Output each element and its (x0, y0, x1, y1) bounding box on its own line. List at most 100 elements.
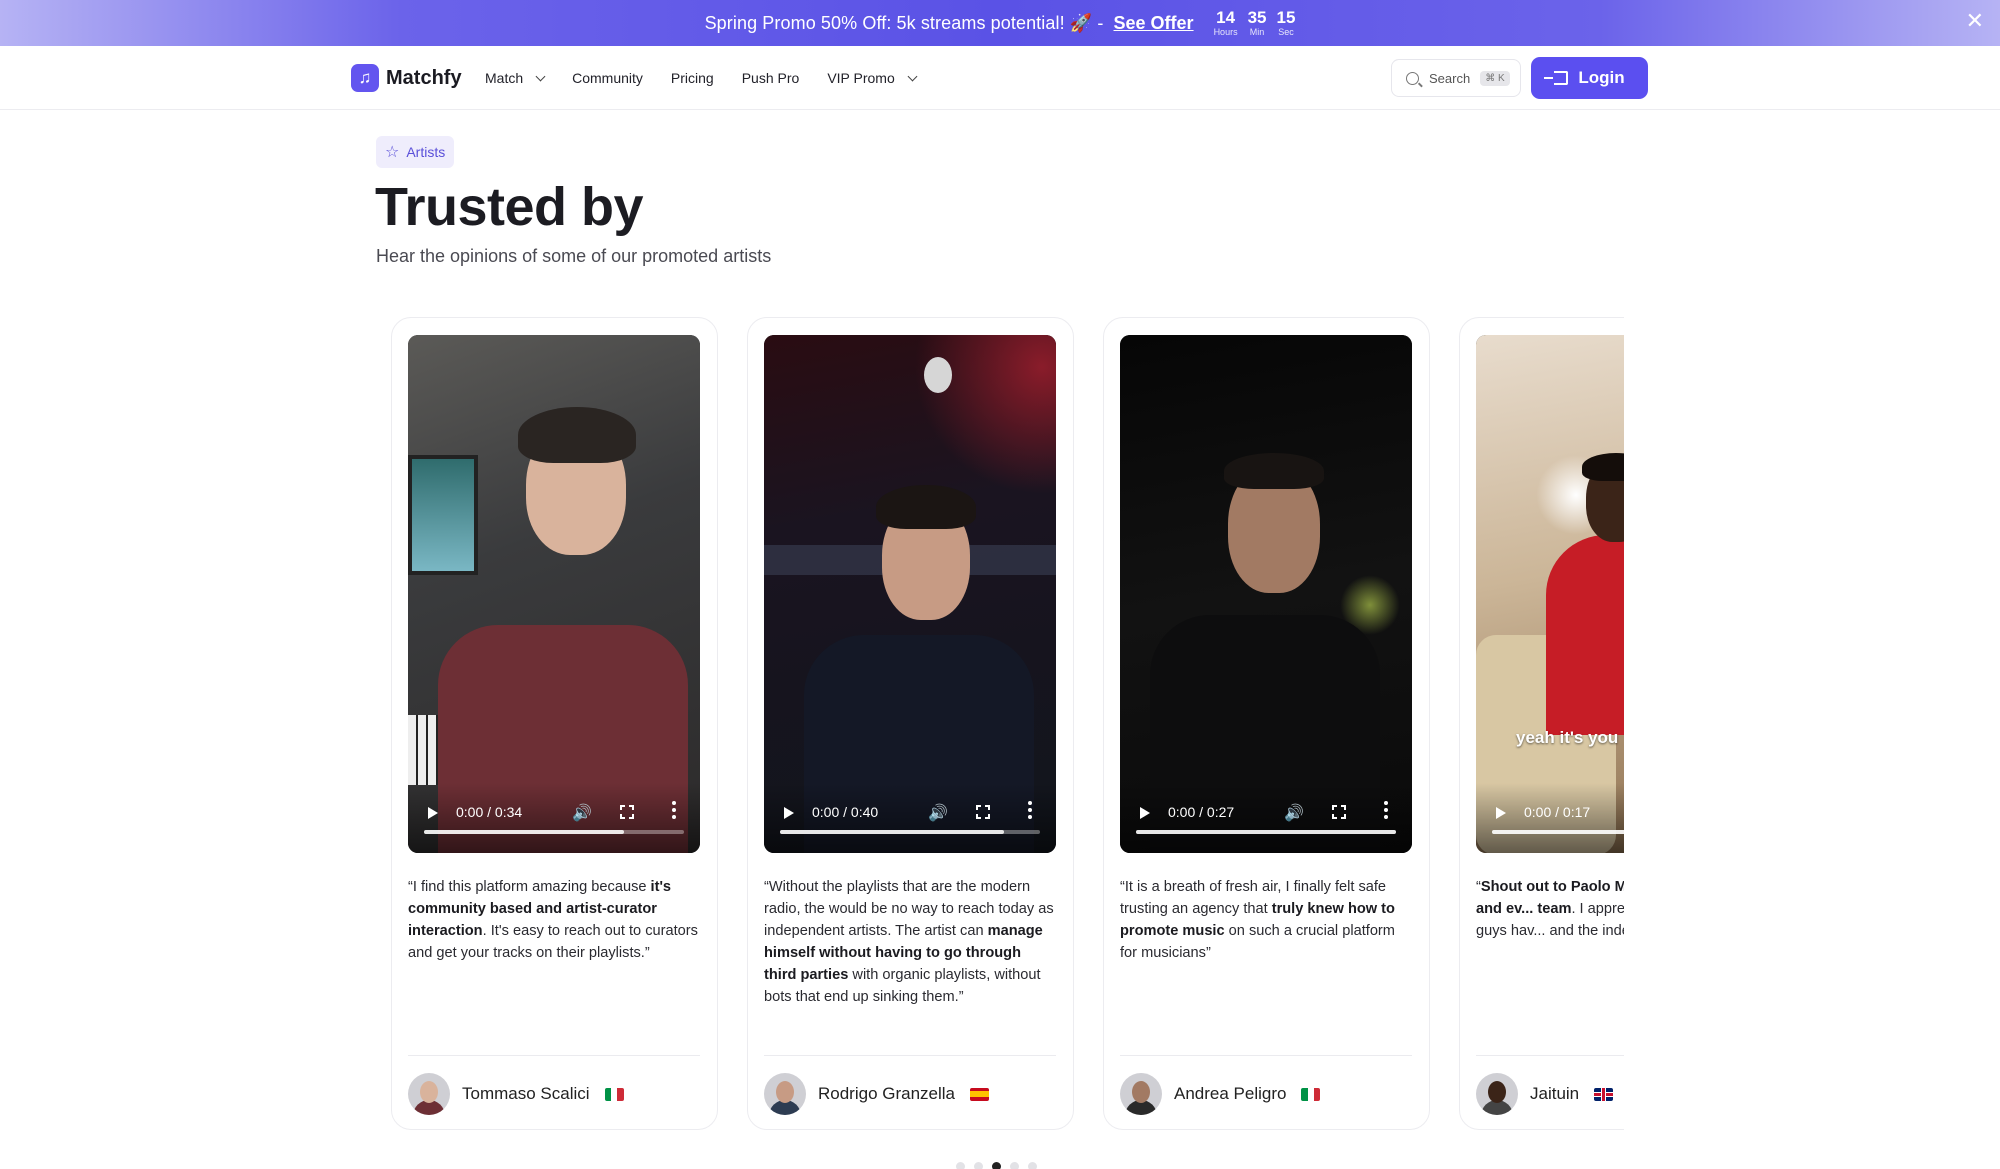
testimonial-author: Rodrigo Granzella (764, 1073, 990, 1115)
play-icon[interactable] (1496, 807, 1506, 819)
play-icon[interactable] (428, 807, 438, 819)
testimonial-quote: “It is a breath of fresh air, I finally … (1120, 876, 1412, 964)
login-label: Login (1578, 68, 1625, 87)
divider (1476, 1055, 1624, 1056)
divider (408, 1055, 700, 1056)
author-name: Andrea Peligro (1174, 1084, 1287, 1103)
testimonial-video[interactable]: 0:00 / 0:40 🔊 (764, 335, 1056, 853)
video-progress-bar[interactable] (1136, 830, 1396, 834)
promo-text: Spring Promo 50% Off: 5k streams potenti… (704, 12, 1104, 33)
carousel-dot[interactable] (974, 1162, 983, 1169)
nav-item-pricing[interactable]: Pricing (671, 70, 714, 86)
quote-text: “I find this platform amazing because (408, 879, 651, 895)
login-icon (1544, 71, 1569, 85)
nav-item-label: VIP Promo (827, 70, 895, 86)
testimonial-quote: “I find this platform amazing because it… (408, 876, 700, 964)
countdown-hours: 14 Hours (1214, 9, 1238, 37)
nav-item-label: Pricing (670, 70, 714, 86)
volume-icon[interactable]: 🔊 (1284, 803, 1304, 823)
fullscreen-icon[interactable] (976, 805, 990, 819)
testimonials-carousel[interactable]: 0:00 / 0:34 🔊 “I find this platform amaz… (376, 315, 1624, 1135)
countdown: 14 Hours 35 Min 15 Sec (1214, 9, 1296, 37)
author-name: Rodrigo Granzella (818, 1084, 956, 1103)
nav-item-label: Match (485, 70, 524, 86)
carousel-dot[interactable] (992, 1162, 1001, 1169)
countdown-minutes-label: Min (1249, 27, 1265, 37)
video-progress-bar[interactable] (1492, 830, 1624, 834)
music-note-icon: ♫ (351, 64, 379, 92)
brand-name: Matchfy (386, 66, 462, 89)
search-button[interactable]: Search ⌘ K (1391, 59, 1521, 97)
video-progress-fill (424, 830, 625, 834)
section-badge: ☆ Artists (376, 136, 455, 168)
video-time: 0:00 / 0:27 (1168, 804, 1235, 820)
countdown-seconds-value: 15 (1276, 8, 1296, 27)
testimonial-card: 0:00 / 0:27 🔊 “It is a breath of fresh a… (1103, 317, 1430, 1130)
video-frame (764, 335, 1056, 853)
testimonial-author: Andrea Peligro (1120, 1073, 1321, 1115)
video-frame (408, 335, 700, 853)
video-controls: 0:00 / 0:34 🔊 (408, 783, 700, 853)
countdown-minutes-value: 35 (1247, 8, 1267, 27)
video-time: 0:00 / 0:34 (456, 804, 523, 820)
testimonial-author: Jaituin (1476, 1073, 1614, 1115)
see-offer-link[interactable]: See Offer (1114, 13, 1194, 34)
video-frame (1120, 335, 1412, 853)
testimonial-video[interactable]: 0:00 / 0:27 🔊 (1120, 335, 1412, 853)
testimonial-quote: “Shout out to Paolo M... out to Alessia … (1476, 876, 1624, 942)
carousel-dot[interactable] (956, 1162, 965, 1169)
video-progress-fill (1492, 830, 1624, 834)
testimonial-card: yeah it's you 0:00 / 0:17 🔊 “Shout out t… (1459, 317, 1624, 1130)
section-badge-label: Artists (406, 144, 446, 160)
nav-item-vip-promo[interactable]: VIP Promo (827, 70, 918, 86)
avatar (1120, 1073, 1162, 1115)
brand-logo[interactable]: ♫ Matchfy (351, 64, 462, 92)
chevron-down-icon (535, 71, 546, 81)
more-options-icon[interactable] (1384, 801, 1388, 819)
close-icon[interactable]: ✕ (1966, 10, 1984, 32)
video-controls: 0:00 / 0:27 🔊 (1120, 783, 1412, 853)
more-options-icon[interactable] (672, 801, 676, 819)
video-controls: 0:00 / 0:17 🔊 (1476, 783, 1624, 853)
more-options-icon[interactable] (1028, 801, 1032, 819)
divider (764, 1055, 1056, 1056)
volume-icon[interactable]: 🔊 (572, 803, 592, 823)
fullscreen-icon[interactable] (1332, 805, 1346, 819)
nav-item-label: Community (572, 70, 643, 86)
video-progress-fill (1136, 830, 1396, 834)
avatar (764, 1073, 806, 1115)
testimonial-video[interactable]: 0:00 / 0:34 🔊 (408, 335, 700, 853)
section-title: Trusted by (375, 177, 644, 237)
video-progress-bar[interactable] (424, 830, 684, 834)
carousel-dot[interactable] (1028, 1162, 1037, 1169)
search-label: Search (1429, 70, 1471, 86)
testimonial-card: 0:00 / 0:40 🔊 “Without the playlists tha… (747, 317, 1074, 1130)
countdown-seconds-label: Sec (1278, 27, 1294, 37)
video-caption: yeah it's you (1516, 728, 1619, 747)
search-icon (1406, 71, 1419, 85)
volume-icon[interactable]: 🔊 (928, 803, 948, 823)
nav-item-community[interactable]: Community (572, 70, 643, 86)
nav-item-label: Push Pro (741, 70, 800, 86)
video-progress-fill (780, 830, 1004, 834)
countdown-hours-label: Hours (1213, 27, 1238, 37)
testimonial-quote: “Without the playlists that are the mode… (764, 876, 1056, 1008)
promo-banner: Spring Promo 50% Off: 5k streams potenti… (0, 0, 2000, 46)
video-frame (1476, 335, 1624, 853)
login-button[interactable]: Login (1531, 57, 1648, 99)
countdown-minutes: 35 Min (1248, 9, 1267, 37)
nav-item-match[interactable]: Match (485, 70, 546, 86)
video-progress-bar[interactable] (780, 830, 1040, 834)
main-menu: Match Community Pricing Push Pro VIP Pro… (485, 46, 944, 110)
fullscreen-icon[interactable] (620, 805, 634, 819)
nav-item-push-pro[interactable]: Push Pro (742, 70, 800, 86)
countdown-hours-value: 14 (1216, 8, 1236, 27)
play-icon[interactable] (784, 807, 794, 819)
testimonial-author: Tommaso Scalici (408, 1073, 624, 1115)
carousel-dot[interactable] (1010, 1162, 1019, 1169)
play-icon[interactable] (1140, 807, 1150, 819)
spain-flag-icon (970, 1087, 990, 1101)
video-time: 0:00 / 0:17 (1524, 804, 1591, 820)
testimonial-video[interactable]: yeah it's you 0:00 / 0:17 🔊 (1476, 335, 1624, 853)
avatar (1476, 1073, 1518, 1115)
